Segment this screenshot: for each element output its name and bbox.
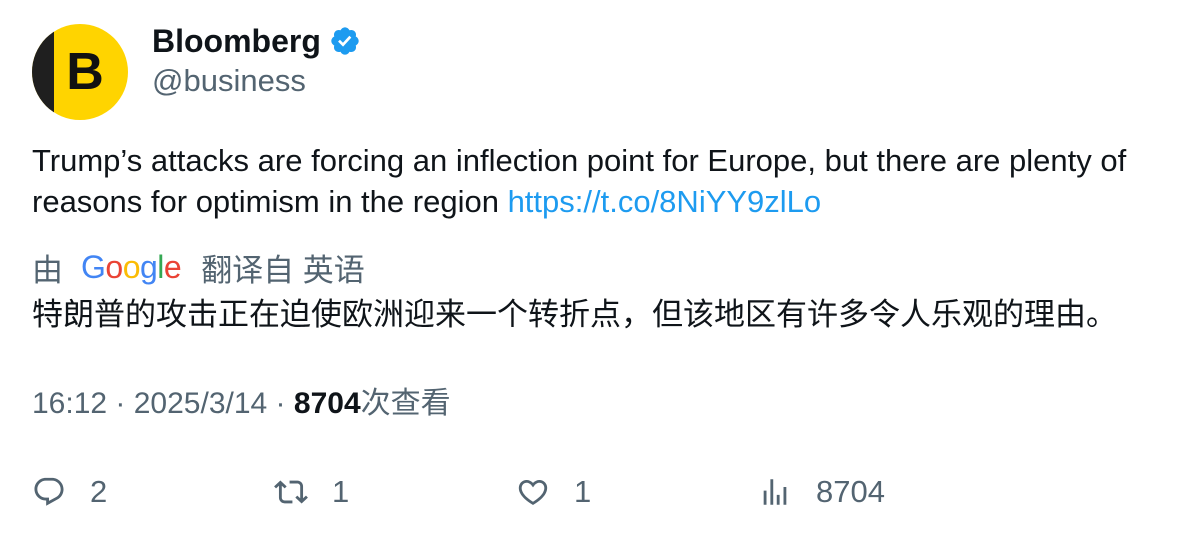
views-action-count: 8704 xyxy=(816,474,885,509)
avatar-letter: B xyxy=(66,43,104,101)
views-count: 8704 xyxy=(293,387,361,420)
verified-badge-icon xyxy=(331,27,359,55)
author-handle[interactable]: @business xyxy=(152,62,306,100)
author-display-name[interactable]: Bloomberg xyxy=(152,22,321,60)
like-button[interactable]: 1 xyxy=(516,470,591,514)
avatar[interactable]: B xyxy=(32,24,128,120)
meta-separator: · xyxy=(267,387,294,420)
retweet-button[interactable]: 1 xyxy=(274,470,349,514)
google-logo: Google xyxy=(81,248,182,285)
translation-attribution[interactable]: 由 Google 翻译自 英语 xyxy=(32,246,365,288)
author-name-row: Bloomberg xyxy=(152,22,361,60)
reply-count: 2 xyxy=(90,474,108,509)
avatar-dark-edge xyxy=(32,24,54,120)
tweet-meta: 16:12 · 2025/3/14 · 8704次查看 xyxy=(32,384,451,424)
translation-from-label: 翻译自 英语 xyxy=(201,252,365,288)
tweet-link[interactable]: https://t.co/8NiYY9zlLo xyxy=(508,184,822,219)
views-button[interactable]: 8704 xyxy=(758,470,885,514)
retweet-count: 1 xyxy=(332,474,350,509)
tweet-time[interactable]: 16:12 xyxy=(32,387,107,420)
reply-icon xyxy=(34,477,64,506)
translation-by-label: 由 xyxy=(32,252,63,288)
like-count: 1 xyxy=(574,474,592,509)
tweet-text: Trump’s attacks are forcing an inflectio… xyxy=(32,140,1172,222)
tweet-date[interactable]: 2025/3/14 xyxy=(134,387,267,420)
translated-text: 特朗普的攻击正在迫使欧洲迎来一个转折点，但该地区有许多令人乐观的理由。 xyxy=(32,297,1117,332)
tweet-card: B Bloomberg @business Trump’s attacks ar… xyxy=(0,0,1196,538)
views-icon xyxy=(763,479,787,505)
views-label: 次查看 xyxy=(360,387,451,420)
retweet-icon xyxy=(274,480,308,504)
meta-separator: · xyxy=(107,387,134,420)
reply-button[interactable]: 2 xyxy=(32,470,107,514)
like-icon xyxy=(518,479,548,505)
